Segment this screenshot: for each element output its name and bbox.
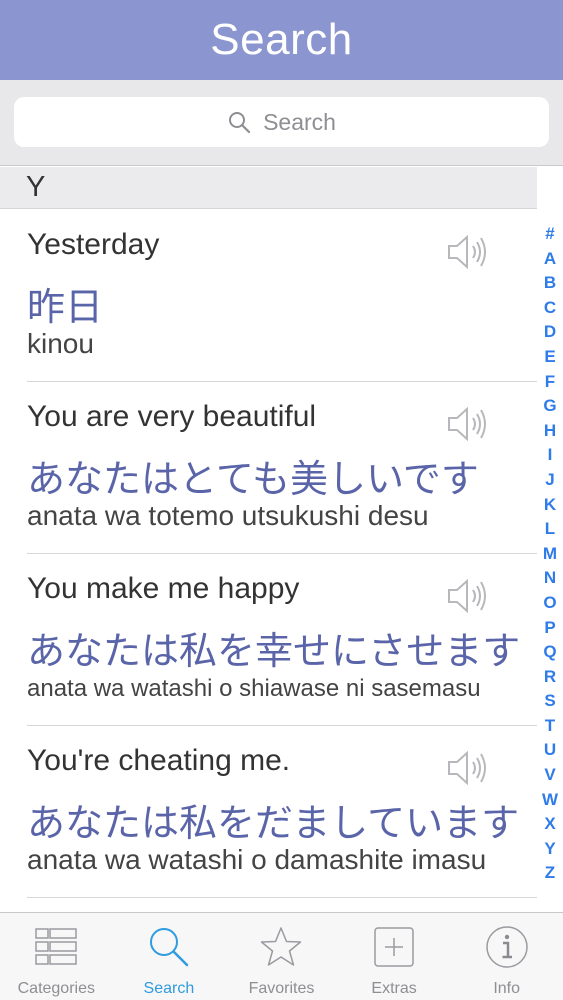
romaji-phrase: anata wa totemo utsukushi desu xyxy=(27,500,429,531)
index-letter[interactable]: Z xyxy=(545,861,555,886)
tab-categories[interactable]: Categories xyxy=(0,913,113,1000)
index-letter[interactable]: E xyxy=(544,345,555,370)
index-letter[interactable]: P xyxy=(544,616,555,641)
english-phrase: You're cheating me. xyxy=(27,744,291,777)
alphabet-index[interactable]: # A B C D E F G H I J K L M N O P Q R S T U V W X Y Z xyxy=(537,222,563,886)
search-placeholder: Search xyxy=(263,108,336,135)
list-item[interactable]: You're cheating me. あなたは私をだましています anata … xyxy=(0,726,537,898)
index-letter[interactable]: F xyxy=(545,370,555,395)
index-letter[interactable]: G xyxy=(543,394,556,419)
tab-label: Extras xyxy=(371,980,417,997)
tab-label: Info xyxy=(493,980,521,997)
list-item[interactable]: You are very beautiful あなたはとても美しいです anat… xyxy=(0,382,537,554)
section-header: Y xyxy=(0,167,537,209)
speaker-icon[interactable] xyxy=(445,748,489,788)
index-letter[interactable]: W xyxy=(542,788,558,813)
index-letter[interactable]: D xyxy=(544,320,556,345)
list-item[interactable]: Yesterday 昨日 kinou xyxy=(0,210,537,382)
search-icon xyxy=(229,112,251,134)
index-letter[interactable]: K xyxy=(544,493,556,518)
index-letter[interactable]: B xyxy=(544,271,556,296)
index-letter[interactable]: Y xyxy=(544,837,555,862)
index-letter[interactable]: M xyxy=(543,542,557,567)
index-letter[interactable]: S xyxy=(544,689,555,714)
index-letter[interactable]: V xyxy=(544,763,555,788)
list-item[interactable]: You make me happy あなたは私を幸せにさせます anata wa… xyxy=(0,554,537,726)
tab-search[interactable]: Search xyxy=(113,913,226,1000)
index-letter[interactable]: N xyxy=(544,566,556,591)
romaji-phrase: anata wa watashi o damashite imasu xyxy=(27,844,487,875)
japanese-phrase: あなたはとても美しいです xyxy=(27,457,479,501)
index-letter[interactable]: U xyxy=(544,738,556,763)
speaker-icon[interactable] xyxy=(445,576,489,616)
search-area: Search xyxy=(0,80,563,166)
english-phrase: You make me happy xyxy=(27,572,300,605)
speaker-icon[interactable] xyxy=(445,404,489,444)
tab-bar: Categories Search Favorites Extras Info xyxy=(0,912,563,1000)
index-letter[interactable]: Q xyxy=(543,640,556,665)
index-letter[interactable]: C xyxy=(544,296,556,321)
navigation-bar: Search xyxy=(0,0,563,80)
index-letter[interactable]: # xyxy=(545,222,554,247)
tab-extras[interactable]: Extras xyxy=(338,913,451,1000)
index-letter[interactable]: H xyxy=(544,419,556,444)
page-title: Search xyxy=(210,15,353,64)
tab-info[interactable]: Info xyxy=(450,913,563,1000)
plus-box-icon xyxy=(374,927,414,967)
index-letter[interactable]: X xyxy=(544,812,555,837)
japanese-phrase: あなたは私を幸せにさせます xyxy=(27,629,521,673)
tab-favorites[interactable]: Favorites xyxy=(225,913,338,1000)
tab-label: Categories xyxy=(17,980,95,997)
speaker-icon[interactable] xyxy=(445,232,489,272)
phrase-list: Yesterday 昨日 kinou You are very beautifu… xyxy=(0,210,537,898)
english-phrase: You are very beautiful xyxy=(27,400,317,433)
tab-label: Search xyxy=(143,980,195,997)
info-icon xyxy=(485,926,528,968)
index-letter[interactable]: O xyxy=(543,591,556,616)
index-letter[interactable]: I xyxy=(548,443,553,468)
romaji-phrase: kinou xyxy=(27,328,94,359)
english-phrase: Yesterday xyxy=(27,228,160,261)
index-letter[interactable]: R xyxy=(544,665,556,690)
index-letter[interactable]: A xyxy=(544,247,556,272)
index-letter[interactable]: T xyxy=(545,714,555,739)
list-icon xyxy=(35,928,78,965)
romaji-phrase: anata wa watashi o shiawase ni sasemasu xyxy=(27,675,481,702)
index-letter[interactable]: L xyxy=(545,517,555,542)
search-input[interactable]: Search xyxy=(14,97,549,147)
japanese-phrase: あなたは私をだましています xyxy=(27,801,520,845)
japanese-phrase: 昨日 xyxy=(27,285,104,329)
magnifier-icon xyxy=(149,928,189,967)
star-icon xyxy=(261,927,302,966)
tab-label: Favorites xyxy=(248,980,315,997)
index-letter[interactable]: J xyxy=(545,468,554,493)
